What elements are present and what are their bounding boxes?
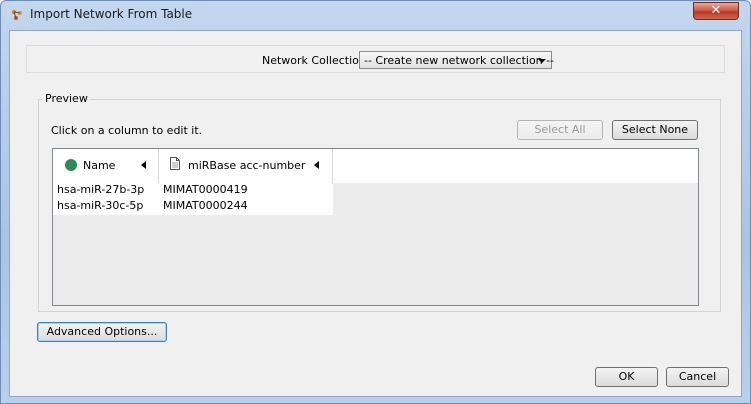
column-header-name[interactable]: Name xyxy=(53,149,159,183)
network-collection-select[interactable]: -- Create new network collection -- xyxy=(359,51,555,69)
cytoscape-icon xyxy=(12,10,22,20)
advanced-options-button[interactable]: Advanced Options... xyxy=(37,322,167,342)
import-network-dialog: Import Network From Table ✕ Network Coll… xyxy=(0,0,751,404)
title-bar[interactable]: Import Network From Table ✕ xyxy=(1,1,750,29)
column-header-label: miRBase acc-number xyxy=(188,159,306,172)
column-menu-icon[interactable] xyxy=(314,161,319,169)
network-collection-value: -- Create new network collection -- xyxy=(364,54,555,67)
chevron-down-icon xyxy=(538,59,546,63)
network-collection-label: Network Collection: xyxy=(262,54,370,67)
table-cell[interactable]: hsa-miR-30c-5p xyxy=(57,199,143,212)
dialog-content: Network Collection: -- Create new networ… xyxy=(9,30,742,397)
network-collection-panel: Network Collection: -- Create new networ… xyxy=(26,45,725,73)
close-button[interactable]: ✕ xyxy=(693,2,739,20)
preview-table: Name miRBase acc-number hsa-miR-27b-3p M… xyxy=(52,148,699,306)
preview-hint: Click on a column to edit it. xyxy=(51,124,203,137)
close-icon: ✕ xyxy=(710,3,722,18)
table-cell[interactable]: MIMAT0000244 xyxy=(163,199,248,212)
window-title: Import Network From Table xyxy=(30,7,193,21)
select-all-button[interactable]: Select All xyxy=(517,120,603,140)
preview-legend: Preview xyxy=(43,92,90,105)
green-dot-icon xyxy=(65,159,77,171)
ok-button[interactable]: OK xyxy=(595,367,658,387)
column-header-mirbase[interactable]: miRBase acc-number xyxy=(159,149,333,183)
column-menu-icon[interactable] xyxy=(141,161,146,169)
cancel-button[interactable]: Cancel xyxy=(666,367,729,387)
table-cell[interactable]: hsa-miR-27b-3p xyxy=(57,183,144,196)
table-cell[interactable]: MIMAT0000419 xyxy=(163,183,248,196)
document-icon xyxy=(170,157,180,170)
select-none-button[interactable]: Select None xyxy=(612,120,698,140)
column-header-label: Name xyxy=(83,159,116,172)
